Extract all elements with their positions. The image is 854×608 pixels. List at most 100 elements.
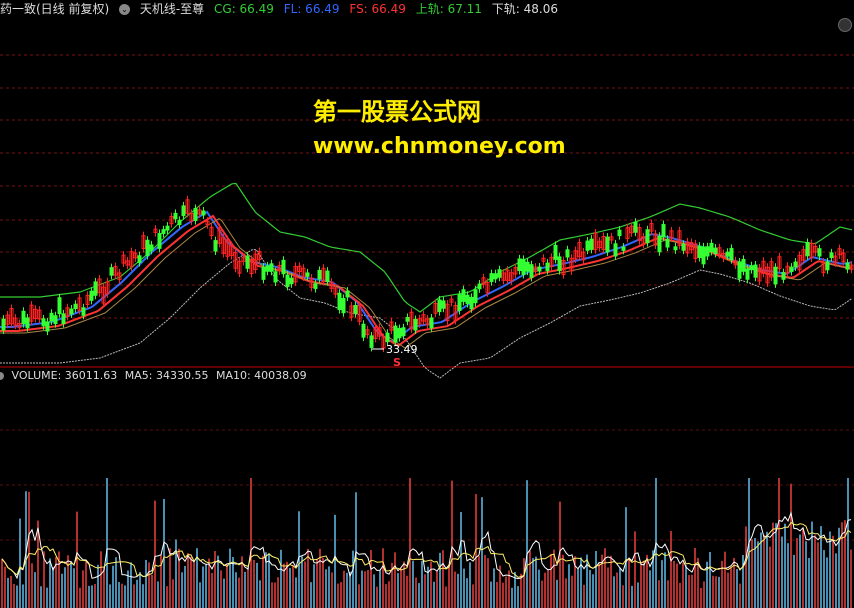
candle-body [661,224,666,238]
ma5-value: MA5: 34330.55 [124,369,209,382]
candle-body [149,244,154,251]
candle-body [701,246,706,265]
candle-body [397,327,402,339]
candle-body [49,312,54,322]
candle-body [617,229,622,237]
candle-body [493,273,498,280]
volume-value: VOLUME: 36011.63 [11,369,118,382]
candle-body [521,258,526,275]
candle-body [413,318,418,331]
candle-body [73,303,78,309]
candle-body [53,315,58,325]
candle-body [441,300,446,309]
candle-body [729,247,734,261]
candle-body [45,321,50,332]
candle-body [461,289,466,302]
cg-line [0,217,853,349]
candle-body [57,297,62,315]
candle-body [517,258,522,272]
candle-body [313,283,318,289]
candle-body [81,307,86,316]
fs-line [0,214,853,347]
candle-body [605,236,610,253]
candle-body [285,274,290,287]
candle-body [317,269,322,280]
volume-header: VOLUME: 36011.63 MA5: 34330.55 MA10: 400… [0,368,854,384]
candle-body [465,294,470,304]
candle-body [473,289,478,304]
candle-body [845,262,850,270]
candle-body [793,261,798,268]
candle-body [193,208,198,221]
candle-body [553,244,558,260]
candle-body [109,267,114,276]
candle-body [213,240,218,252]
candle-body [589,238,594,250]
candle-body [537,266,542,272]
candle-body [61,313,66,324]
candle-body [613,243,618,257]
low-marker-label: 33.49 [386,343,418,356]
candle-body [829,252,834,259]
candle-body [489,273,494,283]
candle-body [741,258,746,272]
candle-body [805,241,810,257]
candle-body [749,265,754,271]
candle-body [525,261,530,272]
candle-body [633,221,638,233]
candle-body [201,210,206,216]
candle-body [21,310,26,325]
watermark-url: www.chnmoney.com [313,134,566,159]
candle-body [353,305,358,314]
candle-body [781,272,786,280]
candle-body [657,235,662,253]
candle-body [289,277,294,285]
candle-body [93,281,98,296]
candle-body [437,299,442,313]
candle-body [25,317,30,329]
candle-body [337,292,342,310]
candle-body [265,265,270,272]
candle-body [545,262,550,272]
candle-body [145,239,150,256]
candle-body [477,283,482,290]
candle-body [305,272,310,277]
candle-body [157,233,162,249]
candle-body [621,246,626,251]
candle-body [89,290,94,301]
candle-body [705,246,710,257]
candle-body [665,238,670,248]
candle-body [585,240,590,251]
candle-body [341,298,346,314]
candle-body [457,294,462,311]
candle-body [469,296,474,310]
candle-body [745,268,750,280]
candle-body [173,212,178,220]
candle-body [41,318,46,327]
candle-body [261,266,266,280]
candle-body [361,323,366,338]
candle-body [161,229,166,234]
watermark-title: 第一股票公式网 [313,98,481,126]
candle-body [565,249,570,258]
candle-body [273,271,278,283]
candle-body [737,261,742,279]
candle-body [825,261,830,271]
candle-body [753,264,758,278]
candle-body [497,269,502,278]
candle-body [385,332,390,343]
candle-body [393,325,398,343]
candle-body [177,219,182,226]
ma5-line [1,511,852,580]
volume-menu-icon[interactable] [0,372,4,380]
candle-body [269,263,274,272]
candle-body [325,270,330,283]
candle-body [137,255,142,263]
upper-band-line [0,182,853,313]
candle-body [709,242,714,252]
ma10-line [1,521,852,578]
candle-body [69,308,74,315]
candle-body [245,255,250,269]
candle-body [401,327,406,337]
ma10-value: MA10: 40038.09 [215,369,307,382]
